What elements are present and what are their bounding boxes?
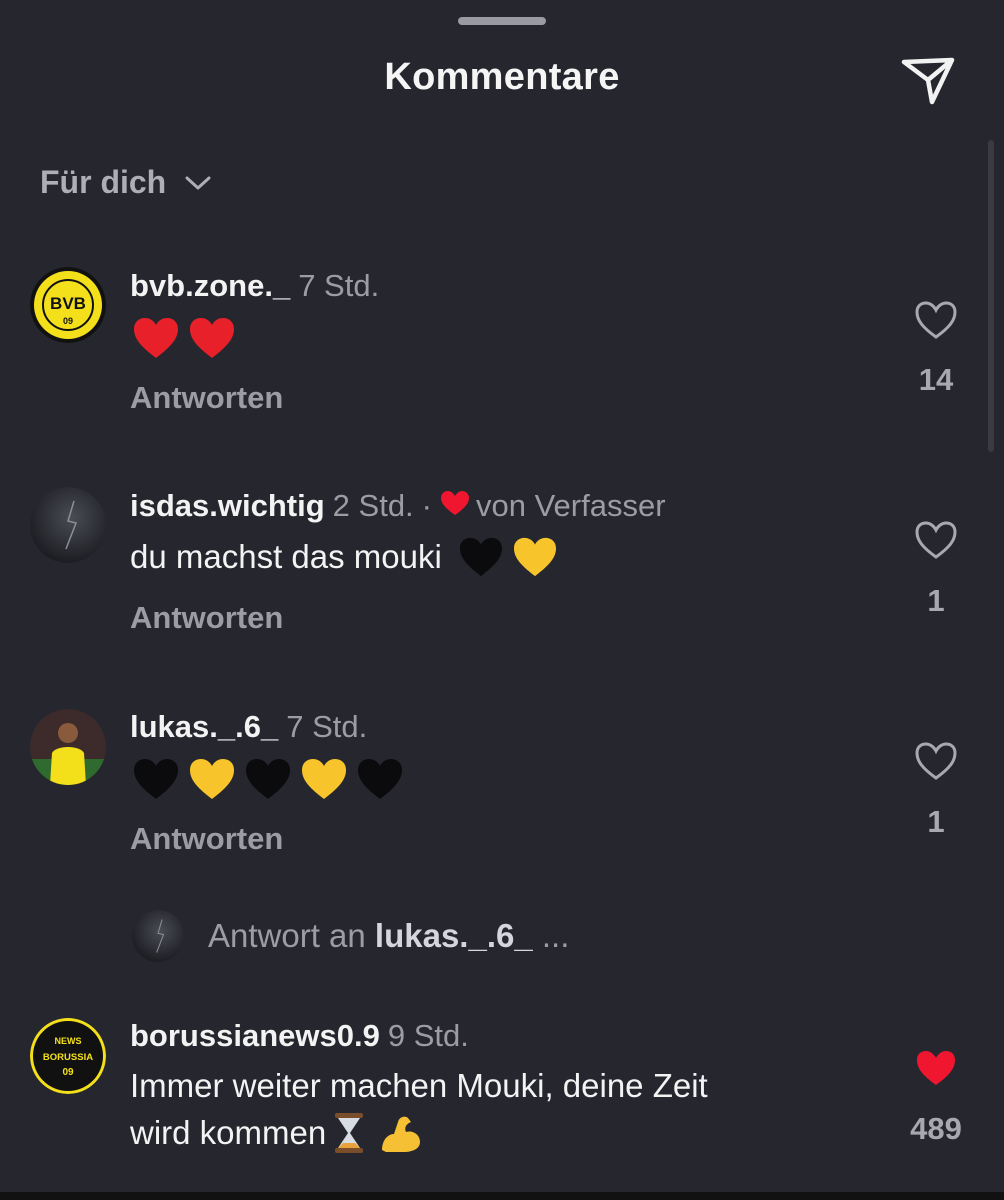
reply-button[interactable]: Antworten <box>130 380 283 416</box>
yellow-heart-emoji <box>302 759 346 799</box>
timestamp: 7 Std. <box>286 709 368 744</box>
svg-text:09: 09 <box>63 316 73 326</box>
like-count: 1 <box>927 804 945 839</box>
comment-text: Immer weiter machen Mouki, deine Zeit <box>130 1067 708 1104</box>
comment-meta: bvb.zone._ 7 Std. <box>130 268 379 304</box>
grabber-handle[interactable] <box>458 17 546 25</box>
username[interactable]: isdas.wichtig <box>130 488 325 524</box>
red-heart-emoji <box>134 318 178 358</box>
username[interactable]: bvb.zone._ <box>130 268 290 304</box>
yellow-heart-emoji <box>190 759 234 799</box>
black-heart-emoji <box>459 537 502 577</box>
avatar <box>132 910 184 962</box>
reply-button[interactable]: Antworten <box>130 600 283 636</box>
red-heart-emoji <box>190 318 234 358</box>
heart-icon[interactable] <box>914 520 958 560</box>
timestamp: 7 Std. <box>298 268 380 303</box>
timestamp: 2 Std. <box>332 488 414 523</box>
view-replies-label: Antwort an lukas._.6_ ... <box>208 917 570 954</box>
avatar[interactable]: NEWS BORUSSIA 09 <box>30 1018 106 1094</box>
flexed-biceps-emoji <box>382 1116 421 1152</box>
comment-text-line2: wird kommen <box>130 1110 424 1156</box>
avatar[interactable] <box>30 487 106 563</box>
heart-icon[interactable] <box>914 300 958 340</box>
chevron-down-icon <box>185 176 211 189</box>
separator: · <box>421 488 432 523</box>
view-replies-button[interactable]: Antwort an lukas._.6_ ... <box>132 910 569 962</box>
timestamp: 9 Std. <box>387 1018 469 1053</box>
avatar[interactable]: BVB 09 <box>30 267 106 343</box>
comment-meta: borussianews0.9 9 Std. <box>130 1018 469 1054</box>
sort-label: Für dich <box>40 164 167 200</box>
black-heart-emoji <box>358 759 402 799</box>
comment-emojis <box>132 757 404 801</box>
yellow-heart-emoji <box>513 537 556 577</box>
author-like-badge: von Verfasser <box>476 488 666 523</box>
comment-emojis <box>132 316 236 360</box>
svg-text:09: 09 <box>62 1067 74 1078</box>
username[interactable]: borussianews0.9 <box>130 1018 380 1054</box>
scrollbar[interactable] <box>988 140 994 452</box>
username[interactable]: lukas._.6_ <box>130 709 278 745</box>
like-count: 1 <box>927 583 945 618</box>
svg-text:BORUSSIA: BORUSSIA <box>43 1052 93 1063</box>
bottom-edge <box>0 1192 1004 1200</box>
like-count: 489 <box>910 1111 962 1146</box>
comment-meta: isdas.wichtig 2 Std. · von Verfasser <box>130 488 666 524</box>
avatar[interactable] <box>30 709 106 785</box>
reply-button[interactable]: Antworten <box>130 821 283 857</box>
comment-text: du machst das mouki <box>130 534 558 580</box>
heart-icon[interactable] <box>914 741 958 781</box>
author-liked-heart-icon <box>441 491 469 515</box>
like-count: 14 <box>918 362 954 397</box>
svg-text:NEWS: NEWS <box>55 1036 82 1046</box>
avatar-logo-text: BVB <box>50 294 86 313</box>
liked-heart-icon[interactable] <box>914 1048 958 1088</box>
send-icon[interactable] <box>900 54 956 106</box>
black-heart-emoji <box>246 759 290 799</box>
sort-dropdown[interactable]: Für dich <box>40 164 212 201</box>
comment-meta: lukas._.6_ 7 Std. <box>130 709 367 745</box>
page-title: Kommentare <box>384 56 620 98</box>
hourglass-emoji <box>335 1113 364 1153</box>
black-heart-emoji <box>134 759 178 799</box>
